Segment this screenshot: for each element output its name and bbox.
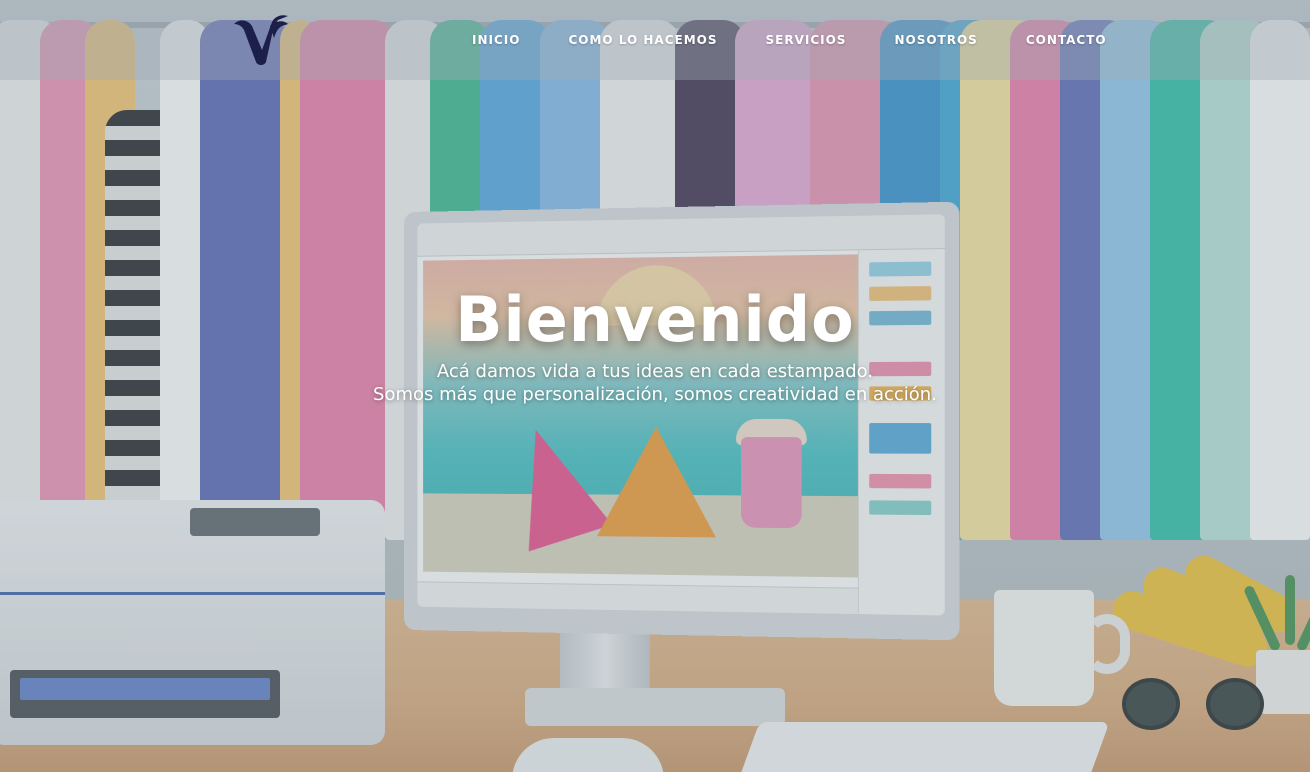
nav-item-servicios[interactable]: SERVICIOS — [742, 0, 871, 80]
nav-item-contacto[interactable]: CONTACTO — [1002, 0, 1131, 80]
v-logo-icon[interactable] — [232, 14, 292, 66]
nav-item-nosotros[interactable]: NOSOTROS — [870, 0, 1001, 80]
site-header: INICIO COMO LO HACEMOS SERVICIOS NOSOTRO… — [0, 0, 1310, 80]
nav-item-inicio[interactable]: INICIO — [448, 0, 544, 80]
hero-tagline-line-2: Somos más que personalización, somos cre… — [373, 384, 937, 405]
nav-item-como-lo-hacemos[interactable]: COMO LO HACEMOS — [544, 0, 741, 80]
main-navigation: INICIO COMO LO HACEMOS SERVICIOS NOSOTRO… — [448, 0, 1131, 80]
hero-section: Bienvenido Acá damos vida a tus ideas en… — [0, 280, 1310, 406]
hero-tagline-line-1: Acá damos vida a tus ideas en cada estam… — [436, 361, 874, 382]
hero-title: Bienvenido — [455, 283, 855, 356]
